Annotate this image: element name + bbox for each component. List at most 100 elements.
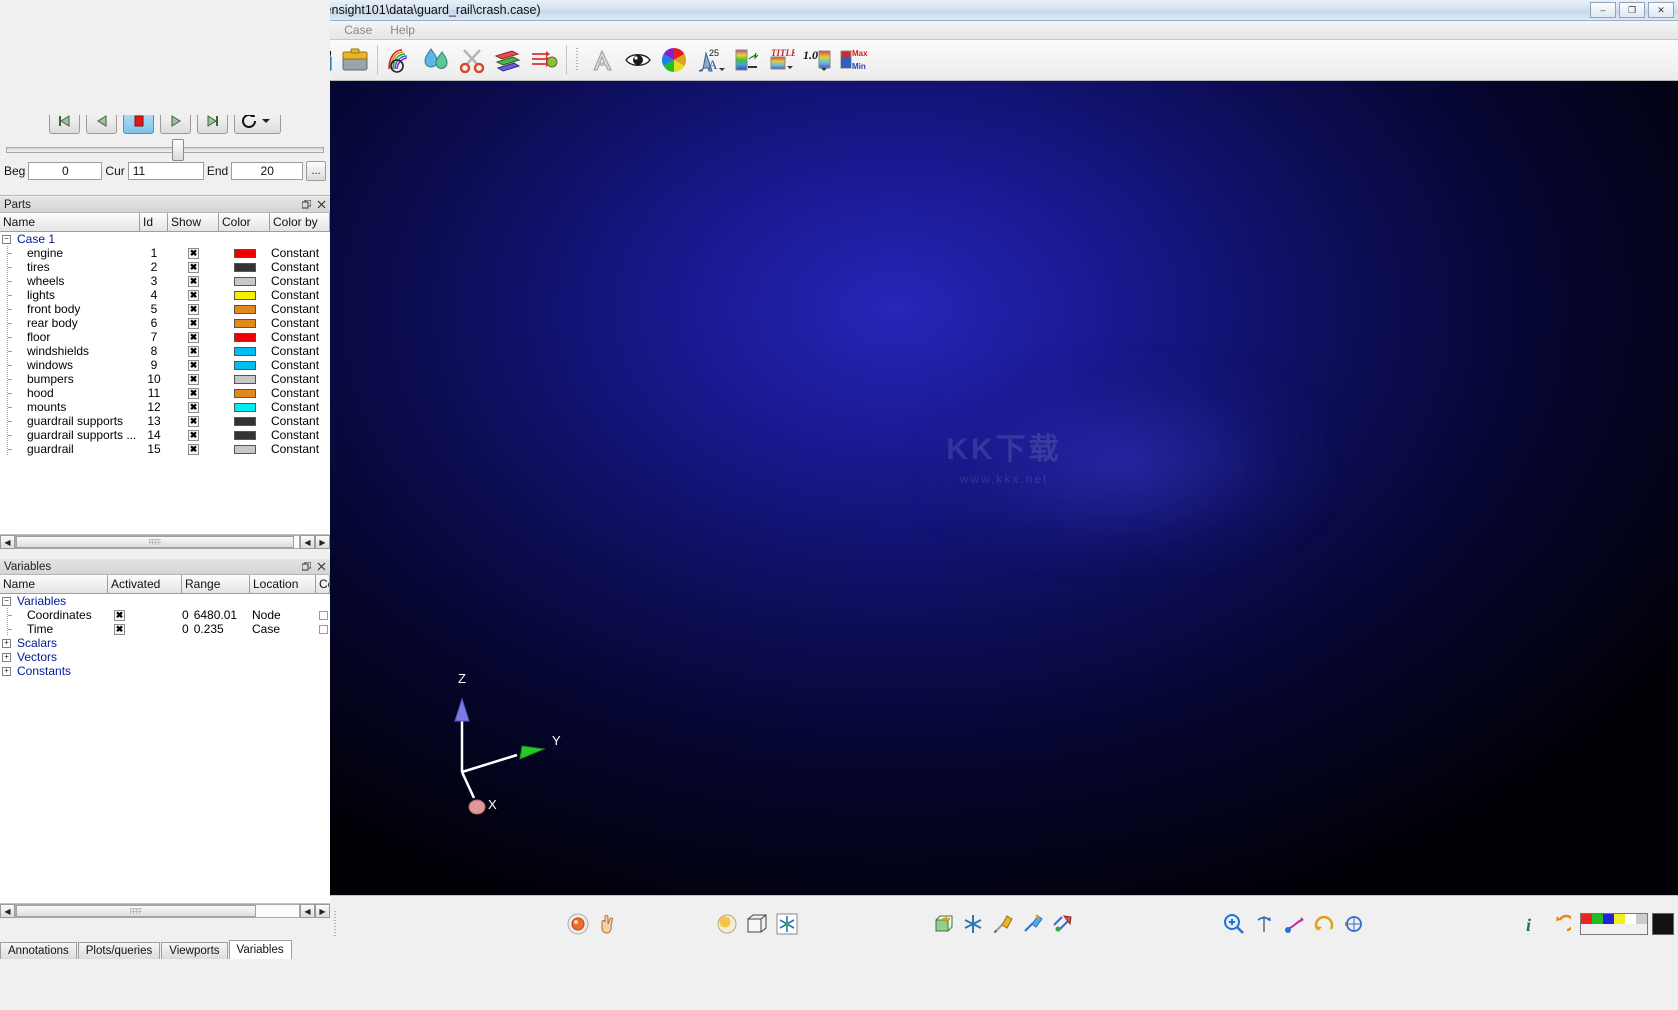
checkbox-x-icon[interactable]: ✖	[114, 623, 125, 635]
part-color-swatch[interactable]	[219, 290, 270, 300]
table-row[interactable]: guardrail 15 ✖ Constant	[0, 442, 330, 456]
variable-cc-cell[interactable]	[316, 610, 330, 620]
color-swatch-icon[interactable]	[233, 304, 256, 314]
black-color-swatch[interactable]	[1648, 909, 1678, 939]
variables-scroll-track[interactable]	[15, 904, 300, 918]
table-row[interactable]: floor 7 ✖ Constant	[0, 330, 330, 344]
collapse-expander-icon[interactable]: −	[2, 596, 11, 606]
color-swatch-icon[interactable]	[233, 262, 256, 272]
part-show-toggle[interactable]: ✖	[168, 345, 219, 357]
part-color-swatch[interactable]	[219, 444, 270, 454]
part-show-toggle[interactable]: ✖	[168, 289, 219, 301]
frame-transform-icon[interactable]	[958, 909, 988, 939]
parts-col-name[interactable]: Name	[0, 213, 140, 231]
parts-scroll-thumb[interactable]	[16, 536, 294, 548]
color-swatch-icon[interactable]	[233, 276, 256, 286]
record-button-icon[interactable]	[563, 909, 593, 939]
max-min-legend-icon[interactable]: Max Min	[837, 43, 871, 77]
checkbox-x-icon[interactable]: ✖	[188, 331, 199, 343]
variables-horizontal-scrollbar[interactable]: ◀ ◀ ▶	[0, 903, 330, 918]
collapse-expander-icon[interactable]: −	[2, 234, 11, 244]
checkbox-x-icon[interactable]: ✖	[188, 289, 199, 301]
part-show-toggle[interactable]: ✖	[168, 387, 219, 399]
part-color-swatch[interactable]	[219, 374, 270, 384]
title-legend-icon[interactable]: TITLE	[765, 43, 799, 77]
part-color-swatch[interactable]	[219, 402, 270, 412]
status-bar-grip[interactable]	[332, 909, 340, 939]
variables-col-name[interactable]: Name	[0, 575, 108, 593]
color-swatch-icon[interactable]	[233, 318, 256, 328]
particle-trace-icon[interactable]	[527, 43, 561, 77]
part-show-toggle[interactable]: ✖	[168, 317, 219, 329]
checkbox-x-icon[interactable]: ✖	[188, 387, 199, 399]
checkbox-x-icon[interactable]: ✖	[188, 261, 199, 273]
part-show-toggle[interactable]: ✖	[168, 261, 219, 273]
variables-scroll-page-right[interactable]: ▶	[315, 904, 330, 918]
time-cur-input[interactable]: 11	[127, 162, 204, 180]
part-show-toggle[interactable]: ✖	[168, 275, 219, 287]
variables-group-row[interactable]: + Vectors	[0, 650, 330, 664]
time-more-options-button[interactable]: ...	[306, 161, 326, 181]
part-show-toggle[interactable]: ✖	[168, 415, 219, 427]
part-show-toggle[interactable]: ✖	[168, 401, 219, 413]
variables-col-cc[interactable]: Cc	[316, 575, 330, 593]
parts-scroll-page-left[interactable]: ◀	[300, 535, 315, 549]
table-row[interactable]: wheels 3 ✖ Constant	[0, 274, 330, 288]
checkbox-x-icon[interactable]: ✖	[188, 443, 199, 455]
table-row[interactable]: rear body 6 ✖ Constant	[0, 316, 330, 330]
light-source-icon[interactable]	[712, 909, 742, 939]
checkbox-x-icon[interactable]: ✖	[188, 359, 199, 371]
time-slider-thumb[interactable]	[172, 139, 184, 161]
part-show-toggle[interactable]: ✖	[168, 359, 219, 371]
color-legend-icon[interactable]	[729, 43, 763, 77]
menu-help[interactable]: Help	[381, 21, 424, 39]
toolbar-grip-2[interactable]	[574, 46, 581, 74]
parts-col-color[interactable]: Color	[219, 213, 270, 231]
part-show-toggle[interactable]: ✖	[168, 247, 219, 259]
menu-case[interactable]: Case	[335, 21, 381, 39]
info-icon[interactable]: i	[1515, 909, 1545, 939]
parts-scroll-page-right[interactable]: ▶	[315, 535, 330, 549]
variables-group-row[interactable]: + Constants	[0, 664, 330, 678]
part-color-swatch[interactable]	[219, 276, 270, 286]
parts-scroll-left-arrow[interactable]: ◀	[0, 535, 15, 549]
float-panel-icon[interactable]	[300, 198, 313, 211]
variable-activated-toggle[interactable]: ✖	[108, 623, 182, 635]
checkbox-x-icon[interactable]: ✖	[188, 317, 199, 329]
part-show-toggle[interactable]: ✖	[168, 303, 219, 315]
table-row[interactable]: windshields 8 ✖ Constant	[0, 344, 330, 358]
font-size-25-icon[interactable]: 25 A	[693, 43, 727, 77]
variables-scroll-page-left[interactable]: ◀	[300, 904, 315, 918]
parts-col-id[interactable]: Id	[140, 213, 168, 231]
graphics-viewport[interactable]: KK下载 www.kkx.net Z Y X	[330, 81, 1678, 895]
part-show-toggle[interactable]: ✖	[168, 443, 219, 455]
expand-expander-icon[interactable]: +	[2, 638, 11, 648]
color-swatch-icon[interactable]	[233, 416, 256, 426]
table-row[interactable]: guardrail supports 13 ✖ Constant	[0, 414, 330, 428]
look-at-icon[interactable]	[1048, 909, 1078, 939]
variables-col-activated[interactable]: Activated	[108, 575, 182, 593]
color-swatch-icon[interactable]	[233, 388, 256, 398]
contours-icon[interactable]	[383, 43, 417, 77]
color-swatch-icon[interactable]	[233, 360, 256, 370]
rotate-axis-icon[interactable]	[1249, 909, 1279, 939]
toolbox-icon[interactable]	[338, 43, 372, 77]
minimize-button[interactable]: –	[1590, 2, 1616, 18]
close-button[interactable]: ✕	[1648, 2, 1674, 18]
table-row[interactable]: front body 5 ✖ Constant	[0, 302, 330, 316]
part-color-swatch[interactable]	[219, 248, 270, 258]
checkbox-x-icon[interactable]: ✖	[188, 373, 199, 385]
table-row[interactable]: engine 1 ✖ Constant	[0, 246, 330, 260]
part-color-swatch[interactable]	[219, 346, 270, 356]
checkbox-x-icon[interactable]: ✖	[188, 429, 199, 441]
part-show-toggle[interactable]: ✖	[168, 429, 219, 441]
translate-icon[interactable]	[1279, 909, 1309, 939]
global-rotate-icon[interactable]	[1339, 909, 1369, 939]
tab-viewports[interactable]: Viewports	[161, 942, 228, 959]
checkbox-x-icon[interactable]: ✖	[188, 275, 199, 287]
checkbox-x-icon[interactable]: ✖	[188, 303, 199, 315]
table-row[interactable]: Coordinates ✖ 0 6480.01 Node	[0, 608, 330, 622]
part-color-swatch[interactable]	[219, 318, 270, 328]
clip-scissors-icon[interactable]	[455, 43, 489, 77]
snowflake-icon[interactable]	[772, 909, 802, 939]
